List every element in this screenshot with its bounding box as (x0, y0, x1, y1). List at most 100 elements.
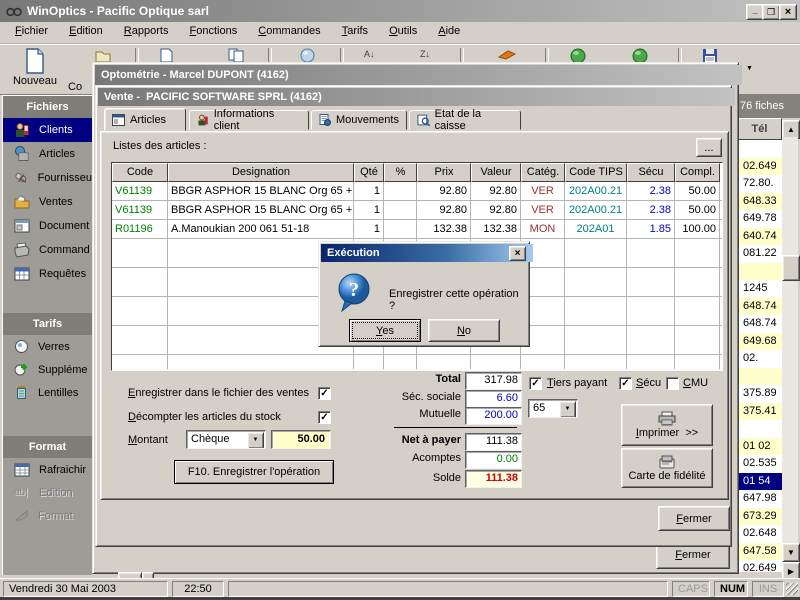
tel-row[interactable]: 02.649 (738, 560, 782, 572)
tel-row[interactable] (738, 420, 782, 438)
more-button[interactable]: ... (696, 138, 722, 157)
col-header-secu[interactable]: Sécu (627, 163, 675, 182)
vente-title-bar[interactable]: Vente - PACIFIC SOFTWARE SPRL (4162) (98, 88, 735, 106)
execution-close-button[interactable]: × (509, 246, 526, 261)
percent-select[interactable]: 65 ▼ (528, 399, 578, 418)
tel-row[interactable]: 1245 (738, 280, 782, 298)
save-sales-checkbox[interactable]: ✓ (318, 387, 331, 400)
sort-za-icon[interactable]: Z↓ (420, 49, 430, 59)
maximize-button[interactable]: ❐ (762, 4, 780, 20)
sidebar-item-requetes[interactable]: Requêtes (3, 262, 92, 286)
scroll-down-button[interactable]: ▼ (782, 543, 800, 562)
sidebar-item-ventes[interactable]: Ventes (3, 190, 92, 214)
tel-row[interactable]: 02.535 (738, 455, 782, 473)
sidebar-item-articles[interactable]: Articles (3, 142, 92, 166)
table-row[interactable]: R01196 A.Manoukian 200 061 51-18 1 132.3… (112, 220, 722, 239)
col-header-compl[interactable]: Compl. (675, 163, 720, 182)
tel-row[interactable] (738, 140, 782, 158)
execution-title-bar[interactable]: Exécution (321, 244, 533, 262)
tab-etat-de-la-caisse[interactable]: Etat de la caisse (409, 110, 521, 130)
col-header-designation[interactable]: Designation (168, 163, 354, 182)
sidebar-item-lentilles[interactable]: Lentilles (3, 381, 92, 404)
tel-row[interactable]: 375.89 (738, 385, 782, 403)
col-header-code[interactable]: Code (112, 163, 168, 182)
toolbar-chevron-icon[interactable]: ▼ (746, 65, 753, 72)
sidebar-item-rafraichir[interactable]: Rafraichir (3, 458, 92, 481)
menu-commandes[interactable]: Commandes (249, 22, 329, 41)
menu-tarifs[interactable]: Tarifs (333, 22, 377, 41)
menu-fichier[interactable]: Fichier (6, 22, 57, 41)
stock-checkbox[interactable]: ✓ (318, 411, 331, 424)
table-row[interactable]: V61139 BBGR ASPHOR 15 BLANC Org 65 + 1 9… (112, 182, 722, 201)
save-floppy-icon[interactable] (702, 48, 718, 63)
secu-checkbox[interactable]: ✓ (619, 377, 632, 390)
col-header-categ[interactable]: Catég. (521, 163, 565, 182)
vente-fermer-button[interactable]: Fermer (658, 506, 730, 531)
imprimer-button[interactable]: Imprimer >> (621, 404, 713, 446)
sidebar-item-supplements[interactable]: Suppléme (3, 358, 92, 381)
tiers-payant-checkbox[interactable]: ✓ (529, 377, 542, 390)
main-title-bar[interactable]: WinOptics - Pacific Optique sarl (0, 0, 800, 22)
col-header-pct[interactable]: % (384, 163, 417, 182)
tel-column-header[interactable]: Tél (737, 118, 782, 140)
f10-enregistrer-button[interactable]: F10. Enregistrer l'opération (174, 460, 334, 484)
tel-row[interactable]: 648.74 (738, 315, 782, 333)
eraser-icon[interactable] (498, 50, 516, 60)
col-header-prix[interactable]: Prix (417, 163, 471, 182)
tel-row[interactable]: 649.68 (738, 333, 782, 351)
tel-row[interactable]: 648.74 (738, 298, 782, 316)
tel-row[interactable]: 02. (738, 350, 782, 368)
sidebar-item-documents[interactable]: Document (3, 214, 92, 238)
no-button[interactable]: No (428, 319, 500, 342)
tab-mouvements[interactable]: Mouvements (311, 110, 407, 130)
tel-row[interactable]: 640.74 (738, 228, 782, 246)
optometrie-title-bar[interactable]: Optométrie - Marcel DUPONT (4162) (95, 65, 742, 85)
sidebar-item-clients[interactable]: Clients (3, 118, 92, 142)
tel-row[interactable]: 648.33 (738, 193, 782, 211)
menu-outils[interactable]: Outils (380, 22, 426, 41)
tel-row[interactable]: 647.98 (738, 490, 782, 508)
tab-articles[interactable]: Articles (104, 108, 186, 131)
copy-doc-icon[interactable] (228, 48, 244, 63)
open-folder-icon[interactable] (95, 49, 111, 63)
tel-row[interactable] (738, 263, 782, 281)
sort-az-icon[interactable]: A↓ (364, 49, 375, 59)
menu-aide[interactable]: Aide (429, 22, 469, 41)
tel-row[interactable]: 375.41 (738, 403, 782, 421)
menu-rapports[interactable]: Rapports (115, 22, 178, 41)
tel-row[interactable] (738, 368, 782, 386)
doc-icon[interactable] (160, 48, 173, 63)
sidebar-item-verres[interactable]: Verres (3, 335, 92, 358)
payment-method-select[interactable]: Chèque ▼ (186, 430, 266, 449)
col-header-codetips[interactable]: Code TIPS (565, 163, 627, 182)
blue-sphere-icon[interactable] (300, 48, 315, 63)
tel-row[interactable]: 081.22 (738, 245, 782, 263)
percent-dropdown-button[interactable]: ▼ (559, 401, 576, 418)
tel-row[interactable]: 01 02 (738, 438, 782, 456)
payment-method-dropdown-button[interactable]: ▼ (247, 432, 264, 449)
tel-row[interactable]: 02.648 (738, 525, 782, 543)
tab-informations-client[interactable]: Informations client (189, 110, 309, 130)
yes-button[interactable]: Yes (349, 319, 421, 342)
table-row[interactable]: V61139 BBGR ASPHOR 15 BLANC Org 65 + 1 9… (112, 201, 722, 220)
tel-row-selected[interactable]: 01 54 (738, 473, 782, 491)
tel-row[interactable]: 647.58 (738, 543, 782, 561)
toolbar-consulter-label[interactable]: Co (68, 81, 92, 93)
carte-fidelite-button[interactable]: Carte de fidélité (621, 448, 713, 488)
col-header-qte[interactable]: Qté (354, 163, 384, 182)
sidebar-item-commandes[interactable]: Command (3, 238, 92, 262)
menu-edition[interactable]: Edition (60, 22, 112, 41)
toolbar-nouveau-button[interactable]: Nouveau (6, 47, 64, 92)
tel-scrollbar-thumb[interactable] (782, 255, 800, 281)
tel-row[interactable]: 72.80. (738, 175, 782, 193)
resize-grip[interactable] (786, 583, 798, 595)
tel-row[interactable]: 02.649 (738, 158, 782, 176)
tel-scrollbar-track[interactable] (782, 137, 798, 543)
sidebar-item-fournisseurs[interactable]: Fournisseu (3, 166, 92, 190)
tel-row[interactable]: 649.78 (738, 210, 782, 228)
cmu-checkbox[interactable] (666, 377, 679, 390)
close-button[interactable]: × (779, 4, 797, 20)
tel-row[interactable]: 673.29 (738, 508, 782, 526)
menu-fonctions[interactable]: Fonctions (181, 22, 247, 41)
col-header-valeur[interactable]: Valeur (471, 163, 521, 182)
